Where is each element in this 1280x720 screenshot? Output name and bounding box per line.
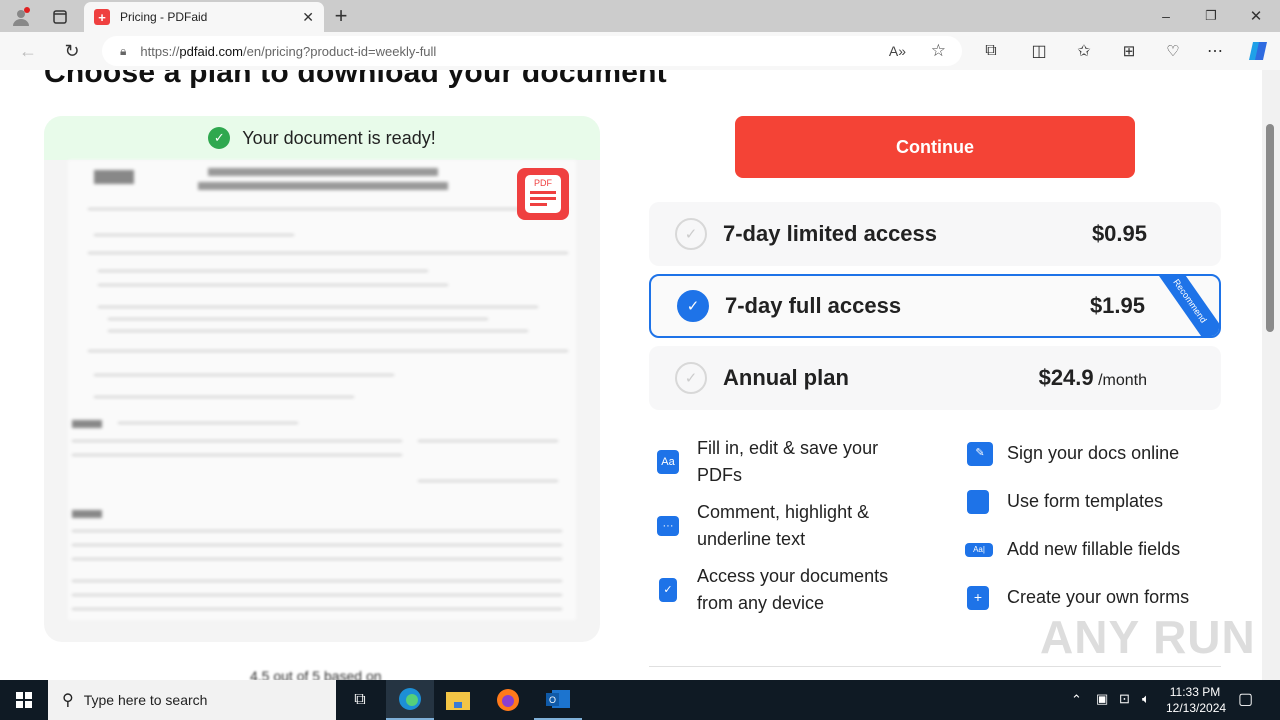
feature-item: ✎ Sign your docs online [967, 440, 1179, 467]
feature-item: ··· Comment, highlight & underline text [657, 499, 897, 553]
price-value: $0.95 [1091, 221, 1147, 246]
url-domain: pdfaid.com [179, 43, 244, 59]
tray-overflow-icon[interactable]: ⌃ [1071, 692, 1082, 708]
feature-text: Comment, highlight & underline text [697, 502, 870, 549]
rating-text: 4.5 out of 5 based on [250, 668, 382, 680]
feature-text: Use form templates [1007, 491, 1164, 511]
continue-button[interactable]: Continue [735, 116, 1135, 178]
more-menu-icon[interactable]: ⋯ [1204, 41, 1226, 61]
plan-option-full[interactable]: ✓ 7-day full access $1.95 Recommend [649, 274, 1221, 338]
clock-date: 12/13/2024 [1166, 701, 1227, 715]
feature-item: Aa Fill in, edit & save your PDFs [657, 435, 897, 489]
profile-icon[interactable] [10, 6, 32, 28]
price-value: $24.9 [1038, 365, 1094, 390]
url-path: /en/pricing?product-id=weekly-full [243, 43, 437, 59]
taskbar-search[interactable]: ⚲ Type here to search [48, 680, 336, 720]
feature-text: Access your documents from any device [697, 566, 889, 613]
edge-taskbar-icon[interactable] [386, 680, 434, 720]
document-preview-card: ✓ Your document is ready! PDF [44, 116, 600, 642]
read-aloud-icon[interactable]: A» [889, 43, 906, 59]
feature-item: Use form templates [967, 488, 1163, 515]
extensions-icon[interactable]: ⧉ [980, 41, 1002, 61]
document-ready-banner: ✓ Your document is ready! [44, 116, 600, 160]
browser-tab[interactable]: + Pricing - PDFaid ✕ [84, 2, 324, 32]
price-value: $1.95 [1089, 293, 1145, 318]
svg-text:O: O [549, 695, 556, 705]
radio-check-icon: ✓ [675, 362, 707, 394]
browser-essentials-icon[interactable]: ♡ [1162, 41, 1184, 61]
feature-text: Sign your docs online [1007, 443, 1180, 463]
tab-bar: + Pricing - PDFaid ✕ + – ❐ ✕ [0, 0, 1280, 32]
lock-icon: ✓ [659, 578, 677, 602]
blurred-document-preview [68, 160, 576, 620]
close-tab-icon[interactable]: ✕ [302, 9, 314, 26]
plan-option-annual[interactable]: ✓ Annual plan $24.9 /month [649, 346, 1221, 410]
anyrun-watermark: ANY RUN [1040, 611, 1256, 663]
task-view-icon[interactable]: ⧉ [336, 680, 384, 720]
radio-check-icon: ✓ [677, 290, 709, 322]
feature-item: + Create your own forms [967, 584, 1189, 611]
feature-text: Add new fillable fields [1007, 539, 1181, 559]
ready-text: Your document is ready! [242, 127, 436, 148]
pdf-badge-label: PDF [534, 178, 552, 188]
clock[interactable]: 11:33 PM 12/13/2024 [1166, 684, 1227, 716]
collections-icon[interactable]: ⊞ [1118, 41, 1140, 61]
radio-check-icon: ✓ [675, 218, 707, 250]
volume-icon[interactable]: 🔈︎ [1142, 691, 1150, 707]
plan-option-limited[interactable]: ✓ 7-day limited access $0.95 [649, 202, 1221, 266]
plan-price: $0.95 [1092, 221, 1147, 247]
file-explorer-icon[interactable] [434, 680, 482, 720]
feature-item: Aa| Add new fillable fields [965, 536, 1180, 563]
section-divider [649, 666, 1221, 667]
search-icon: ⚲ [62, 692, 74, 709]
tab-actions-icon[interactable] [50, 7, 70, 27]
fillable-field-icon: Aa| [965, 542, 993, 557]
windows-start-icon[interactable] [0, 680, 48, 720]
template-icon [967, 489, 989, 514]
restore-icon[interactable]: ❐ [1201, 6, 1221, 26]
url-prefix: https:// [140, 43, 180, 59]
check-circle-icon: ✓ [208, 127, 231, 149]
notifications-icon[interactable]: ▢ [1238, 689, 1253, 709]
outlook-icon[interactable]: O [534, 680, 582, 720]
feature-text: Create your own forms [1007, 587, 1190, 607]
price-period: /month [1093, 372, 1147, 389]
close-window-icon[interactable]: ✕ [1246, 6, 1266, 26]
network-icon[interactable]: ⊡ [1119, 691, 1130, 707]
new-tab-icon[interactable]: + [330, 3, 352, 28]
scrollbar-thumb[interactable] [1266, 124, 1274, 332]
plan-price: $24.9 /month [1039, 365, 1147, 391]
pdf-file-icon: PDF [517, 168, 569, 220]
lock-icon: 🔒︎ [120, 43, 127, 58]
signature-icon: ✎ [967, 441, 993, 466]
favorite-star-icon[interactable]: ☆ [931, 41, 946, 61]
search-placeholder: Type here to search [83, 692, 208, 708]
page-scrollbar[interactable] [1262, 70, 1280, 680]
comment-icon: ··· [657, 516, 679, 536]
feature-item: ✓ Access your documents from any device [657, 563, 917, 617]
split-screen-icon[interactable]: ◫ [1028, 41, 1050, 61]
page-content: Choose a plan to download your document … [0, 70, 1262, 680]
tab-title: Pricing - PDFaid [120, 10, 208, 24]
document-edit-icon: Aa [657, 450, 679, 474]
pdfaid-favicon: + [94, 9, 110, 25]
firefox-icon[interactable] [484, 680, 532, 720]
url-field[interactable]: 🔒︎ https://pdfaid.com/en/pricing?product… [102, 36, 962, 66]
minimize-icon[interactable]: – [1156, 6, 1176, 26]
favorites-icon[interactable]: ✩ [1073, 41, 1095, 61]
refresh-icon[interactable]: ↻ [62, 41, 82, 61]
copilot-icon[interactable] [1246, 40, 1270, 62]
clock-time: 11:33 PM [1169, 685, 1221, 699]
back-icon[interactable]: ← [18, 41, 38, 61]
windows-taskbar: ⚲ Type here to search ⧉ O ⌃ ▣ ⊡ 🔈︎ 11:33… [0, 680, 1280, 720]
feature-text: Fill in, edit & save your PDFs [697, 438, 879, 485]
meet-now-icon[interactable]: ▣ [1096, 691, 1108, 707]
create-form-icon: + [967, 585, 989, 610]
address-bar-row: ← ↻ 🔒︎ https://pdfaid.com/en/pricing?pro… [0, 32, 1280, 70]
plan-price: $1.95 [1090, 293, 1145, 319]
page-heading: Choose a plan to download your document [44, 70, 667, 89]
